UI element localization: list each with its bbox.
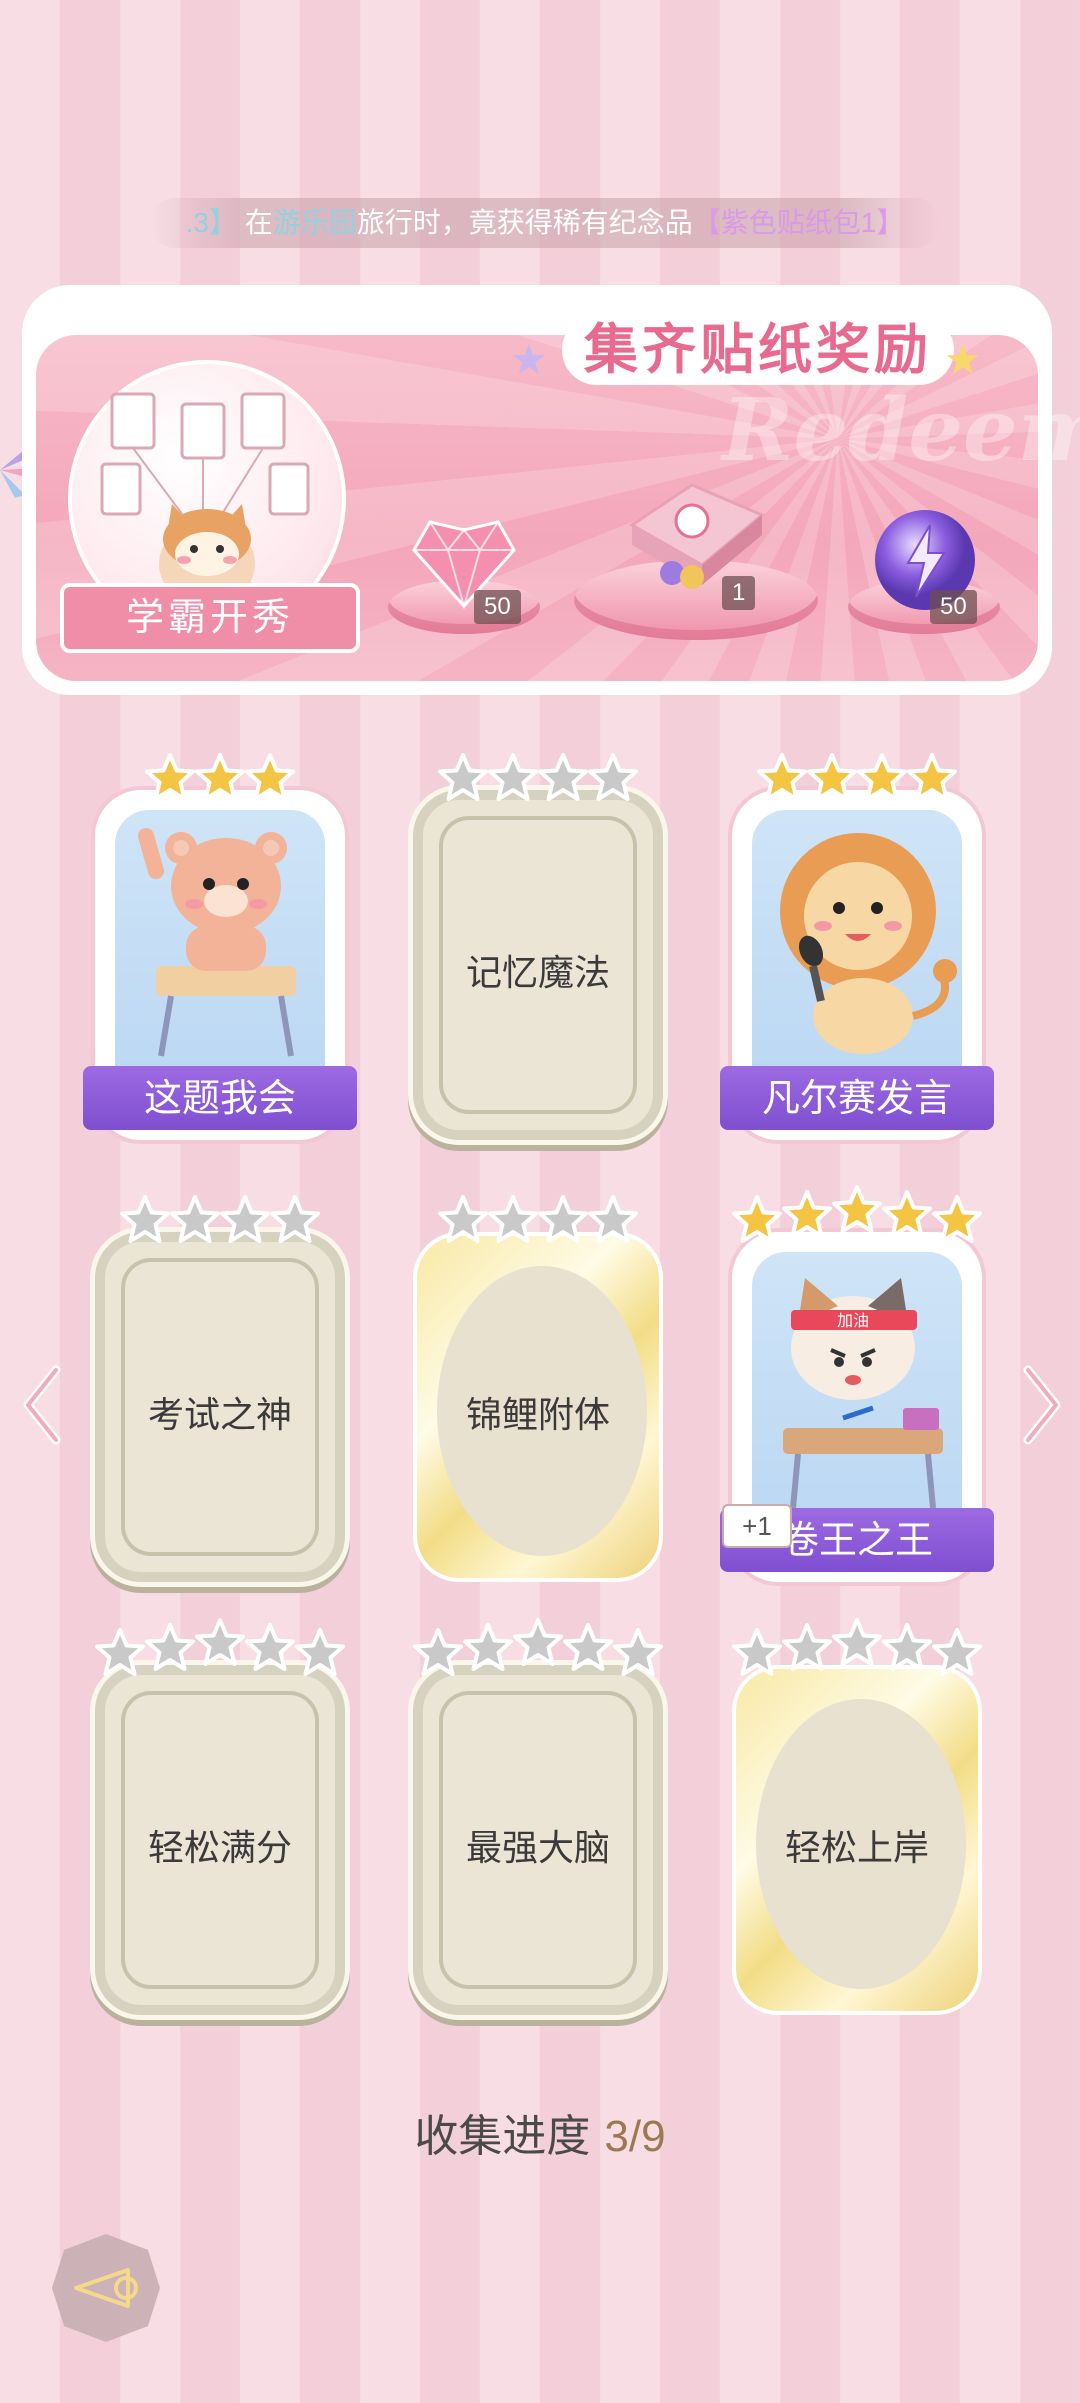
banner-watermark: Redeem bbox=[722, 380, 1080, 481]
collection-progress: 收集进度 3/9 bbox=[0, 2100, 1080, 2164]
star-icon bbox=[613, 1628, 663, 1676]
sticker-card[interactable]: 最强大脑 bbox=[413, 1618, 663, 2015]
ticker-item: 【紫色贴纸包1】 bbox=[692, 207, 905, 238]
star-icon: ★ bbox=[510, 336, 548, 383]
star-icon bbox=[538, 1195, 588, 1243]
star-icon bbox=[732, 1195, 782, 1243]
progress-label: 收集进度 bbox=[414, 2112, 591, 2161]
star-icon bbox=[270, 1195, 320, 1243]
sticker-card[interactable]: 轻松满分 bbox=[95, 1618, 345, 2015]
star-icon bbox=[120, 1195, 170, 1243]
ticker-text: 旅行时，竟获得稀有纪念品 bbox=[356, 207, 693, 238]
star-icon bbox=[882, 1623, 932, 1671]
ticker-place: 游乐园 bbox=[272, 207, 357, 238]
star-rating bbox=[95, 1618, 345, 1679]
star-icon bbox=[295, 1628, 345, 1676]
star-icon bbox=[782, 1623, 832, 1671]
star-rating bbox=[413, 752, 663, 804]
card-title: 最强大脑 bbox=[465, 1828, 610, 1869]
star-rating bbox=[413, 1618, 663, 1679]
sticker-card[interactable]: 凡尔赛发言 bbox=[720, 753, 994, 1140]
star-icon bbox=[932, 1195, 982, 1243]
announcement-ticker: .3】 在游乐园旅行时，竟获得稀有纪念品【紫色贴纸包1】 bbox=[150, 198, 940, 248]
star-icon bbox=[145, 1623, 195, 1671]
star-icon bbox=[513, 1618, 563, 1666]
card-title: 考试之神 bbox=[147, 1395, 292, 1436]
sticker-card[interactable]: 锦鲤附体 bbox=[413, 1195, 663, 1582]
star-icon bbox=[488, 1195, 538, 1243]
star-icon bbox=[588, 1195, 638, 1243]
sticker-card[interactable]: 加油 卷王之王 +1 bbox=[720, 1185, 994, 1582]
star-icon bbox=[832, 1618, 882, 1666]
star-icon bbox=[588, 753, 638, 801]
star-rating bbox=[732, 1618, 982, 1679]
banner-title: 集齐贴纸奖励 bbox=[562, 315, 954, 385]
star-icon bbox=[882, 1190, 932, 1238]
sticker-card[interactable]: 轻松上岸 bbox=[732, 1618, 982, 2015]
star-icon bbox=[857, 753, 907, 801]
star-icon bbox=[463, 1623, 513, 1671]
progress-value: 3/9 bbox=[604, 2112, 666, 2161]
star-icon bbox=[438, 753, 488, 801]
star-icon bbox=[563, 1623, 613, 1671]
sticker-card[interactable]: 这题我会 bbox=[83, 753, 357, 1140]
star-rating bbox=[95, 1194, 345, 1246]
star-icon bbox=[907, 753, 957, 801]
star-icon bbox=[245, 753, 295, 801]
star-icon bbox=[195, 1618, 245, 1666]
star-icon bbox=[95, 1628, 145, 1676]
reward-count: 1 bbox=[722, 576, 756, 610]
ticker-prefix: .3】 bbox=[185, 207, 237, 238]
star-icon bbox=[438, 1195, 488, 1243]
card-title-ribbon: 这题我会 bbox=[83, 1066, 357, 1130]
star-icon bbox=[413, 1628, 463, 1676]
sticker-set-name: 学霸开秀 bbox=[60, 583, 360, 653]
star-icon bbox=[807, 753, 857, 801]
sticker-card[interactable]: 记忆魔法 bbox=[413, 753, 663, 1140]
previous-page-arrow-icon[interactable] bbox=[18, 1360, 68, 1450]
star-rating bbox=[413, 1194, 663, 1246]
ticker-text: 在 bbox=[244, 207, 273, 238]
star-icon bbox=[195, 753, 245, 801]
star-rating bbox=[732, 1185, 982, 1246]
svg-text:加油: 加油 bbox=[837, 1311, 869, 1330]
star-icon: ★ bbox=[944, 336, 982, 383]
card-title: 记忆魔法 bbox=[465, 953, 610, 994]
reward-count: 50 bbox=[474, 590, 521, 624]
star-icon bbox=[538, 753, 588, 801]
next-page-arrow-icon[interactable] bbox=[1016, 1360, 1066, 1450]
card-title-ribbon: 凡尔赛发言 bbox=[720, 1066, 994, 1130]
card-title: 轻松满分 bbox=[147, 1828, 292, 1869]
star-icon bbox=[832, 1185, 882, 1233]
star-icon bbox=[145, 753, 195, 801]
star-rating bbox=[95, 752, 345, 804]
reward-count: 50 bbox=[930, 590, 977, 624]
star-icon bbox=[757, 753, 807, 801]
sticker-card[interactable]: 考试之神 bbox=[95, 1195, 345, 1582]
star-icon bbox=[170, 1195, 220, 1243]
card-title: 轻松上岸 bbox=[784, 1828, 929, 1869]
star-icon bbox=[488, 753, 538, 801]
star-icon bbox=[220, 1195, 270, 1243]
card-title: 锦鲤附体 bbox=[465, 1395, 610, 1436]
back-button[interactable] bbox=[48, 2230, 164, 2346]
star-icon bbox=[782, 1190, 832, 1238]
star-icon bbox=[245, 1623, 295, 1671]
star-icon bbox=[932, 1628, 982, 1676]
star-rating bbox=[732, 752, 982, 804]
star-icon bbox=[732, 1628, 782, 1676]
duplicate-count-badge: +1 bbox=[722, 1504, 792, 1548]
